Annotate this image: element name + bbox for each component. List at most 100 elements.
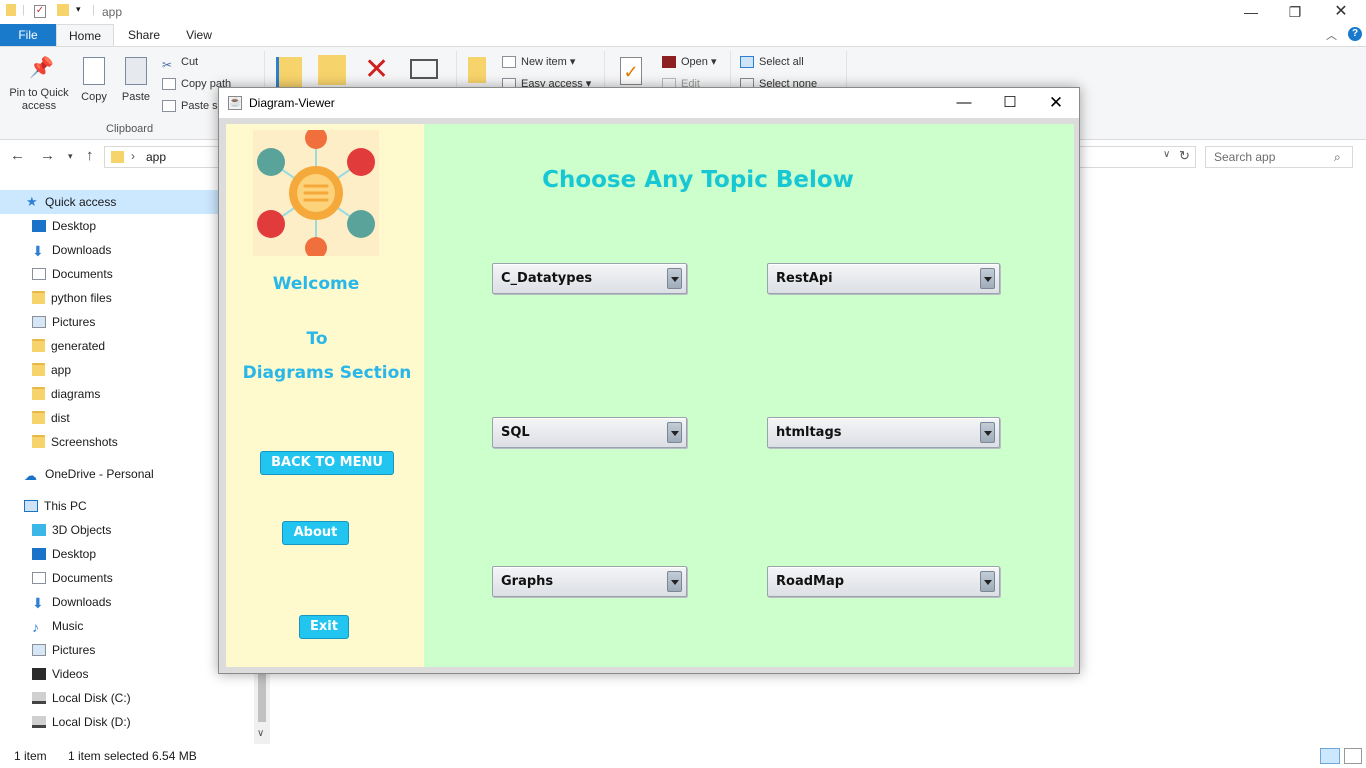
drive-icon [32,692,46,704]
scissors-icon: ✂ [162,58,173,73]
java-app-icon: ☕ [228,96,242,110]
topic-select-roadmap[interactable]: RoadMap [767,566,1000,597]
folder-icon [6,4,16,19]
sidebar-item-pc-downloads[interactable]: ⬇ Downloads [32,590,111,614]
address-dropdown-icon[interactable]: ∨ [1163,149,1170,160]
topic-select-htmltags[interactable]: htmltags [767,417,1000,448]
sidebar-item-videos[interactable]: Videos [32,662,88,686]
sidebar-item-label: diagrams [51,387,101,401]
minimize-icon[interactable]: — [941,88,987,118]
paste-button[interactable]: Paste [118,57,154,104]
new-folder-icon[interactable] [57,4,69,19]
sidebar-item-pc-pictures[interactable]: Pictures [32,638,95,662]
select-all-button[interactable]: Select all [740,53,804,71]
restore-icon[interactable]: ❐ [1272,0,1318,24]
close-icon[interactable]: ✕ [1033,88,1079,118]
tab-file[interactable]: File [0,24,56,46]
topic-select-sql[interactable]: SQL [492,417,687,448]
sidebar-item-dist[interactable]: dist [32,406,70,430]
recent-locations-icon[interactable]: ▾ [68,151,73,162]
sidebar-item-python-files[interactable]: python files [32,286,112,310]
sidebar-item-generated[interactable]: generated [32,334,105,358]
chevron-down-icon[interactable] [980,571,995,592]
forward-icon[interactable]: → [40,147,55,164]
paste-label: Paste [121,91,151,103]
clipboard-icon [125,57,147,85]
paste-shortcut-button[interactable]: Paste sh [162,97,224,115]
pictures-icon [32,316,46,328]
back-icon[interactable]: ← [10,147,25,164]
search-input[interactable]: Search app ⌕ [1205,146,1353,168]
sidebar-item-screenshots[interactable]: Screenshots [32,430,118,454]
copy-path-icon [162,78,176,91]
sidebar-item-local-disk-d[interactable]: Local Disk (D:) [32,710,131,734]
topic-select-c-datatypes[interactable]: C_Datatypes [492,263,687,294]
chevron-down-icon[interactable] [667,268,682,289]
copy-icon [83,57,105,85]
copy-to-icon[interactable] [318,55,346,85]
pin-label: Pin to Quick access [9,87,69,112]
cube-icon [32,524,46,536]
open-button[interactable]: Open ▾ [662,53,717,71]
rename-icon[interactable] [410,59,438,79]
chevron-right-icon: › [131,149,135,163]
details-view-icon[interactable] [1320,748,1340,764]
selected-value: RestApi [776,271,833,286]
sidebar-item-downloads[interactable]: ⬇ Downloads [32,238,111,262]
sidebar-scrollbar[interactable]: ∨ [254,672,270,744]
diagram-viewer-title-bar[interactable]: ☕ Diagram-Viewer — ☐ ✕ [219,88,1079,118]
new-item-label: New item ▾ [521,56,576,68]
maximize-icon[interactable]: ☐ [987,88,1033,118]
scrollbar-thumb[interactable] [258,672,266,722]
up-icon[interactable]: ↑ [86,147,94,164]
customize-toolbar-icon[interactable]: ▾ [76,4,81,15]
sidebar-item-this-pc[interactable]: This PC [24,494,87,518]
selected-value: RoadMap [776,574,845,589]
desktop-icon [32,220,46,232]
open-icon [662,56,676,69]
help-icon[interactable]: ? [1348,27,1362,41]
sidebar-item-desktop[interactable]: Desktop [32,214,96,238]
about-button[interactable]: About [282,521,349,545]
close-icon[interactable]: ✕ [1318,0,1364,24]
sidebar-item-pictures[interactable]: Pictures [32,310,95,334]
scroll-down-icon[interactable]: ∨ [257,728,264,739]
collapse-ribbon-icon[interactable]: ︿ [1326,27,1337,43]
sidebar-item-onedrive[interactable]: ☁ OneDrive - Personal [24,462,154,486]
sidebar-item-pc-desktop[interactable]: Desktop [32,542,96,566]
sidebar-item-documents[interactable]: Documents [32,262,113,286]
sidebar-item-quick-access[interactable]: ★ Quick access [0,190,218,214]
tab-share[interactable]: Share [118,24,170,46]
chevron-down-icon[interactable] [980,422,995,443]
chevron-down-icon[interactable] [667,422,682,443]
sidebar-item-local-disk-c[interactable]: Local Disk (C:) [32,686,131,710]
large-icons-view-icon[interactable] [1344,748,1362,764]
copy-button[interactable]: Copy [78,57,110,104]
diagram-viewer-title: Diagram-Viewer [249,96,335,110]
tab-view[interactable]: View [172,24,226,46]
chevron-down-icon[interactable] [667,571,682,592]
back-to-menu-button[interactable]: BACK TO MENU [260,451,394,475]
chevron-down-icon[interactable] [980,268,995,289]
tab-home[interactable]: Home [56,24,114,46]
refresh-icon[interactable]: ↻ [1179,148,1190,164]
sidebar-item-3d-objects[interactable]: 3D Objects [32,518,111,542]
sidebar-item-app[interactable]: app [32,358,71,382]
properties-big-icon[interactable]: ✓ [620,57,642,85]
move-to-icon[interactable] [276,57,302,87]
exit-button[interactable]: Exit [299,615,349,639]
topic-select-graphs[interactable]: Graphs [492,566,687,597]
sidebar-item-music[interactable]: ♪ Music [32,614,83,638]
new-item-button[interactable]: New item ▾ [502,53,575,71]
delete-icon[interactable]: ✕ [364,53,389,87]
topic-select-restapi[interactable]: RestApi [767,263,1000,294]
sidebar-item-diagrams[interactable]: diagrams [32,382,100,406]
sidebar-item-pc-documents[interactable]: Documents [32,566,113,590]
sidebar-item-label: Quick access [45,195,117,209]
properties-icon[interactable]: ✓ [34,4,46,18]
search-icon: ⌕ [1334,150,1341,164]
minimize-icon[interactable]: — [1228,0,1274,24]
cut-button[interactable]: ✂ Cut [162,53,198,73]
pin-quick-access-button[interactable]: 📌 Pin to Quick access [4,57,74,113]
new-folder-big-icon[interactable] [468,57,486,83]
